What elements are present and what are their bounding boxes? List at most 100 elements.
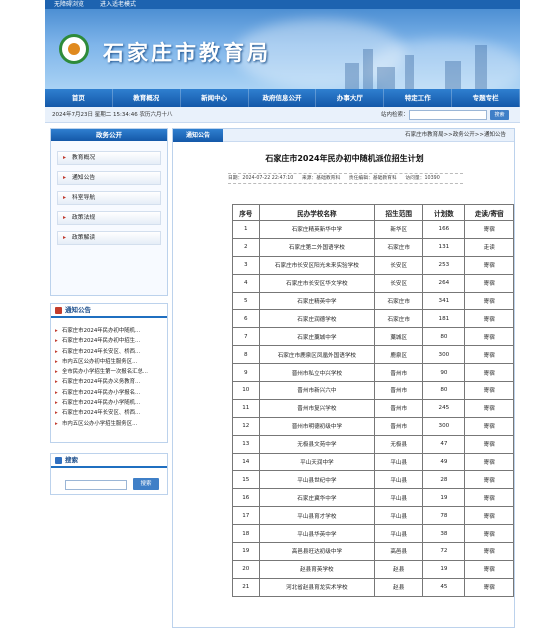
cell-quota: 80 <box>422 327 466 347</box>
cell-school: 晋州市复兴学校 <box>258 398 376 418</box>
col-header-no: 序号 <box>232 204 260 221</box>
top-bar: 无障碍浏览 进入适老模式 <box>45 0 520 9</box>
table-row: 21 河北省赵县育龙实术学校 赵县 45 寄宿 <box>232 577 514 597</box>
cell-no: 10 <box>232 381 260 400</box>
col-header-quota: 计划数 <box>422 204 466 221</box>
menu-item-notices[interactable]: 通知公告 <box>57 171 161 185</box>
cell-no: 18 <box>232 524 260 544</box>
site-title: 石家庄市教育局 <box>103 40 271 65</box>
nav-service-hall[interactable]: 办事大厅 <box>316 89 385 107</box>
cell-range: 平山县 <box>374 470 424 490</box>
search-heading: 搜索 <box>65 456 78 464</box>
enrollment-plan-table: 序号 民办学校名称 招生范围 计划数 走读/寄宿 1 石家庄精英新华中学 新华区 16… <box>232 204 514 597</box>
cell-no: 11 <box>232 398 260 418</box>
cell-range: 高邑县 <box>374 542 424 561</box>
cell-boarding: 寄宿 <box>464 345 514 365</box>
site-search-button[interactable]: 搜索 <box>490 110 509 120</box>
table-row: 3 石家庄市长安区阳光未来实验学校 长安区 253 寄宿 <box>232 255 514 275</box>
table-row: 6 石家庄润德学校 石家庄市 181 寄宿 <box>232 309 514 329</box>
nav-home[interactable]: 首页 <box>45 89 113 107</box>
menu-item-regulations[interactable]: 政策法规 <box>57 211 161 225</box>
article-header-bar: 通知公告 石家庄市教育局>>政务公开>>通知公告 <box>173 129 514 142</box>
cell-quota: 49 <box>422 452 466 472</box>
cell-range: 赵县 <box>374 577 424 597</box>
cell-boarding: 寄宿 <box>464 470 514 490</box>
nav-news[interactable]: 新闻中心 <box>181 89 249 107</box>
notice-link[interactable]: 石家庄市2024年长安区、桥西... <box>51 408 167 418</box>
notice-link[interactable]: 石家庄市2024年民办小学报名... <box>51 388 167 398</box>
cell-school: 河北省赵县育龙实术学校 <box>258 577 376 597</box>
banner-building <box>405 55 414 89</box>
notice-link[interactable]: 市内五区公办小学招生服务区... <box>51 419 167 429</box>
cell-quota: 253 <box>422 255 466 275</box>
nav-overview[interactable]: 教育概况 <box>113 89 181 107</box>
table-row: 13 无极县文苑中学 无极县 47 寄宿 <box>232 434 514 454</box>
public-affairs-panel: 政务公开 教育概况 通知公告 科室导航 政策法规 政策解读 <box>50 128 168 296</box>
cell-boarding: 寄宿 <box>464 291 514 311</box>
table-row: 9 晋州市私立中兴学校 晋州市 90 寄宿 <box>232 363 514 383</box>
article-container: 通知公告 石家庄市教育局>>政务公开>>通知公告 石家庄市2024年民办初中随机… <box>172 128 515 628</box>
cell-range: 平山县 <box>374 452 424 472</box>
cell-quota: 300 <box>422 345 466 365</box>
cell-school: 平山县世纪中学 <box>258 470 376 490</box>
banner-building <box>345 63 359 89</box>
cell-no: 13 <box>232 434 260 454</box>
notice-link[interactable]: 市内五区公办初中招生服务区... <box>51 357 167 367</box>
search-button[interactable]: 搜索 <box>133 478 159 490</box>
site-search-label: 站内检索： <box>381 112 409 118</box>
notice-link[interactable]: 石家庄市2024年长安区、桥西... <box>51 347 167 357</box>
cell-no: 16 <box>232 488 260 508</box>
nav-gov-info[interactable]: 政府信息公开 <box>249 89 317 107</box>
cell-no: 17 <box>232 506 260 526</box>
cell-school: 石家庄市鹿泉区凤凰外国语学校 <box>258 345 376 365</box>
cell-quota: 38 <box>422 524 466 544</box>
cell-school: 晋州市新兴六中 <box>258 381 376 400</box>
notice-link[interactable]: 石家庄市2024年民办义务教育... <box>51 377 167 387</box>
notice-link[interactable]: 石家庄市2024年民办初中招生... <box>51 336 167 346</box>
education-bureau-logo[interactable] <box>59 34 89 64</box>
site-search-input[interactable] <box>409 110 487 120</box>
menu-item-dept-nav[interactable]: 科室导航 <box>57 191 161 205</box>
cell-range: 鹿泉区 <box>374 345 424 365</box>
cell-school: 石家庄市长安区华文学校 <box>258 273 376 293</box>
cell-quota: 264 <box>422 273 466 293</box>
notice-link[interactable]: 石家庄市2024年民办初中随机... <box>51 326 167 336</box>
cell-range: 石家庄市 <box>374 237 424 257</box>
search-panel: 搜索 搜索 <box>50 453 168 495</box>
cell-no: 4 <box>232 273 260 293</box>
cell-range: 晋州市 <box>374 363 424 383</box>
table-row: 4 石家庄市长安区华文学校 长安区 264 寄宿 <box>232 273 514 293</box>
cell-school: 石家庄第二外国语学校 <box>258 237 376 257</box>
breadcrumb[interactable]: 石家庄市教育局>>政务公开>>通知公告 <box>405 129 506 142</box>
cell-boarding: 寄宿 <box>464 488 514 508</box>
cell-range: 藁城区 <box>374 327 424 347</box>
cell-school: 石家庄精英新华中学 <box>258 220 376 239</box>
search-panel-title: 搜索 <box>51 454 167 468</box>
cell-quota: 80 <box>422 381 466 400</box>
col-header-range: 招生范围 <box>374 204 424 221</box>
cell-quota: 245 <box>422 398 466 418</box>
cell-boarding: 寄宿 <box>464 559 514 579</box>
table-header-row: 序号 民办学校名称 招生范围 计划数 走读/寄宿 <box>232 204 514 221</box>
notice-link[interactable]: 石家庄市2024年民办小学随机... <box>51 398 167 408</box>
table-row: 11 晋州市复兴学校 晋州市 245 寄宿 <box>232 398 514 418</box>
search-input[interactable] <box>65 480 127 490</box>
nav-special-work[interactable]: 特定工作 <box>384 89 453 107</box>
cell-range: 平山县 <box>374 488 424 508</box>
table-row: 10 晋州市新兴六中 晋州市 80 寄宿 <box>232 381 514 400</box>
cell-no: 9 <box>232 363 260 383</box>
tab-notices[interactable]: 通知公告 <box>173 129 223 142</box>
menu-item-overview[interactable]: 教育概况 <box>57 151 161 165</box>
table-row: 15 平山县世纪中学 平山县 28 寄宿 <box>232 470 514 490</box>
banner-building <box>475 45 487 89</box>
menu-item-policy-interpret[interactable]: 政策解读 <box>57 231 161 245</box>
nav-topics[interactable]: 专题专栏 <box>452 89 521 107</box>
cell-quota: 166 <box>422 220 466 239</box>
elderly-mode-link[interactable]: 进入适老模式 <box>100 1 136 8</box>
cell-no: 5 <box>232 291 260 311</box>
cell-boarding: 寄宿 <box>464 577 514 597</box>
header-banner: 石家庄市教育局 <box>45 9 520 89</box>
notice-link[interactable]: 全市民办小学招生第一次报名汇总... <box>51 367 167 377</box>
accessible-browse-link[interactable]: 无障碍浏览 <box>54 1 84 8</box>
cell-quota: 72 <box>422 542 466 561</box>
